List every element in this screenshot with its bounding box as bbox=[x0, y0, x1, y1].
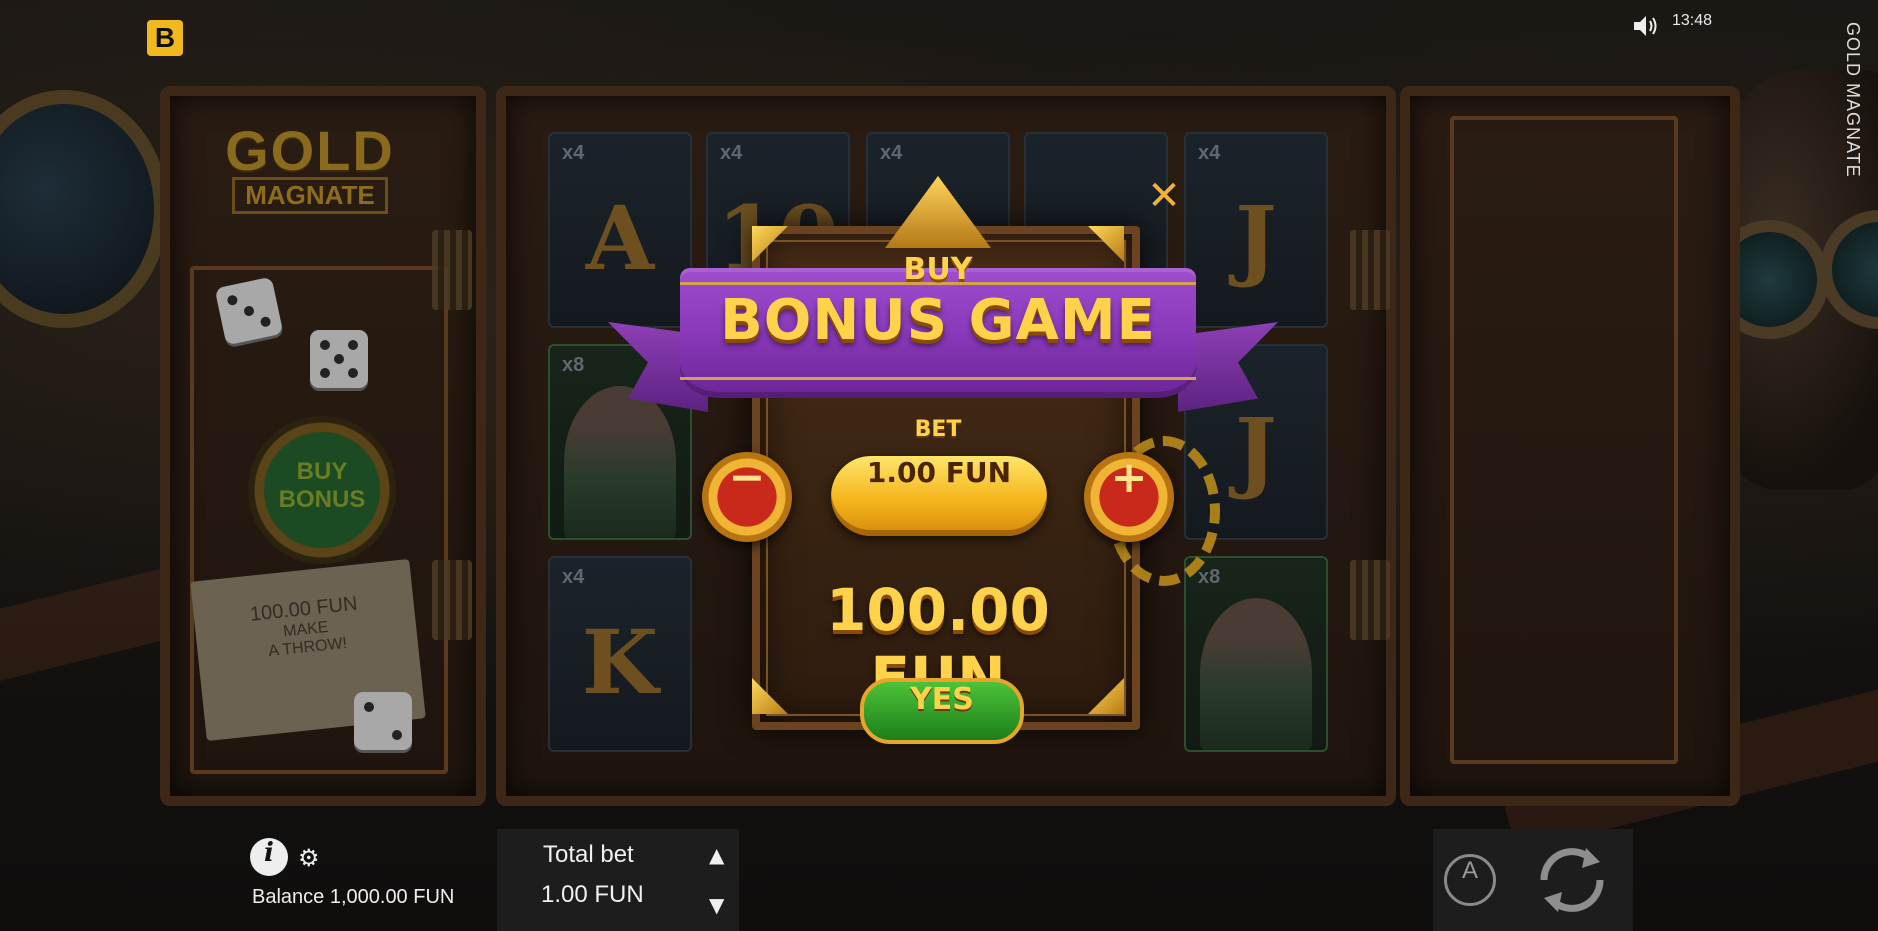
hinge bbox=[1350, 230, 1390, 310]
portrait-symbol bbox=[564, 386, 676, 538]
hinge bbox=[1350, 560, 1390, 640]
reel-cell: x4 K bbox=[548, 556, 692, 752]
spin-icon[interactable] bbox=[1530, 838, 1614, 922]
total-bet-value: 1.00 FUN bbox=[541, 881, 644, 908]
dice-icon bbox=[354, 692, 412, 750]
logo-magnate: MAGNATE bbox=[232, 177, 388, 214]
bet-value: 1.00 FUN bbox=[831, 456, 1047, 536]
close-icon[interactable]: ✕ bbox=[1146, 176, 1182, 216]
multiplier-label: x4 bbox=[1198, 142, 1221, 164]
game-logo: GOLD MAGNATE bbox=[205, 118, 415, 214]
dialog-title-small: BUY bbox=[903, 252, 973, 287]
hinge bbox=[432, 560, 472, 640]
info-icon[interactable]: i bbox=[250, 838, 288, 876]
confirm-yes-button[interactable]: YES bbox=[860, 678, 1024, 744]
logo-gold: GOLD bbox=[225, 119, 395, 182]
total-bet-panel: Total bet 1.00 FUN ▲ ▼ bbox=[497, 829, 739, 931]
buy-bonus-button[interactable]: BUY BONUS bbox=[248, 416, 396, 564]
reel-symbol: K bbox=[581, 610, 659, 714]
hinge bbox=[432, 230, 472, 310]
autoplay-icon[interactable]: A bbox=[1444, 854, 1496, 906]
arrow-up-icon[interactable]: ▲ bbox=[709, 843, 724, 867]
multiplier-label: x4 bbox=[880, 142, 903, 164]
brand-logo: B bbox=[147, 20, 183, 56]
bet-increase-button[interactable]: + bbox=[1084, 452, 1174, 542]
arrow-down-icon[interactable]: ▼ bbox=[709, 893, 724, 917]
multiplier-label: x4 bbox=[562, 142, 585, 164]
reel-symbol: A bbox=[585, 186, 655, 290]
portrait-symbol bbox=[1200, 598, 1312, 750]
multiplier-label: x4 bbox=[720, 142, 743, 164]
dice-icon bbox=[214, 276, 284, 346]
total-bet-label: Total bet bbox=[543, 841, 634, 868]
cabinet-inner-frame bbox=[1450, 116, 1678, 764]
gear-icon[interactable]: ⚙ bbox=[298, 845, 324, 871]
multiplier-label: x8 bbox=[1198, 566, 1221, 588]
dialog-title: BONUS GAME bbox=[720, 288, 1156, 353]
multiplier-label: x8 bbox=[562, 354, 585, 376]
reel-cell: x4 J bbox=[1184, 132, 1328, 328]
dice-icon bbox=[310, 330, 368, 388]
reel-symbol: J bbox=[1235, 186, 1277, 290]
right-cabinet bbox=[1400, 86, 1740, 806]
multiplier-label: x4 bbox=[562, 566, 585, 588]
reel-cell: x8 bbox=[1184, 556, 1328, 752]
buy-bonus-label: BUY bbox=[296, 458, 348, 485]
buy-bonus-label: BONUS bbox=[278, 486, 366, 513]
bet-label: BET bbox=[914, 417, 962, 442]
game-title-vertical: GOLD MAGNATE bbox=[1843, 22, 1863, 178]
reel-cell: x4 A bbox=[548, 132, 692, 328]
balance-display: Balance 1,000.00 FUN bbox=[252, 886, 455, 908]
speaker-icon[interactable] bbox=[1632, 14, 1660, 38]
clock: 13:48 bbox=[1672, 12, 1713, 29]
mask-eye bbox=[1820, 210, 1878, 329]
bet-decrease-button[interactable]: − bbox=[702, 452, 792, 542]
